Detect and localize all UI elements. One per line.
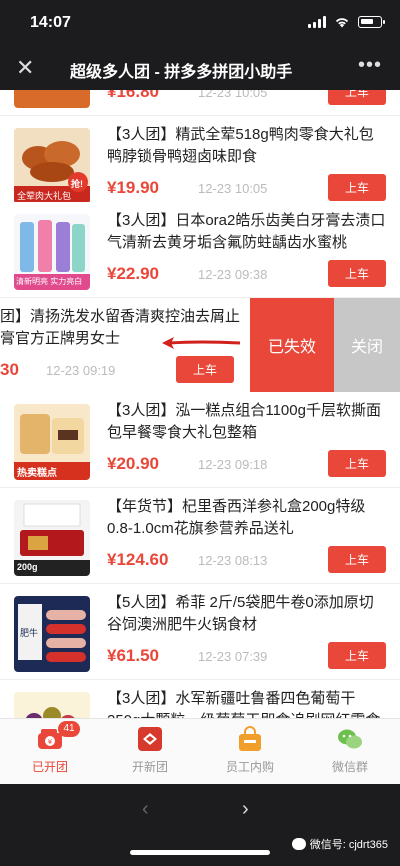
tab-staff-purchase[interactable]: 员工内购: [200, 725, 300, 781]
page-title: 超级多人团 - 拼多多拼团小助手: [70, 64, 293, 81]
status-bar: 14:07: [0, 0, 400, 46]
item-title: 【3人团】日本ora2皓乐齿美白牙膏去渍口气清新去黄牙垢含氟防蛀龋齿水蜜桃: [107, 212, 386, 251]
tab-new-group[interactable]: 开新团: [100, 725, 200, 781]
thumb-caption: 200g: [17, 562, 38, 572]
close-group-button[interactable]: 关闭: [334, 298, 400, 392]
list-item[interactable]: 肥牛 【5人团】希菲 2斤/5袋肥牛卷0添加原切谷饲澳洲肥牛火锅食材 ¥61.5…: [0, 584, 400, 680]
tab-label: 已开团: [31, 760, 68, 774]
item-title: 【3人团】泓一糕点组合1100g千层软撕面包早餐零食大礼包整箱: [107, 402, 381, 441]
join-button[interactable]: 上车: [328, 546, 386, 573]
item-title: 【年货节】杞里香西洋参礼盒200g特级0.8-1.0cm花旗参营养品送礼: [107, 498, 366, 537]
bottom-tab-bar: ¥ 41 已开团 开新团 员工内购 微信群: [0, 718, 400, 784]
item-title: 【3人团】精武全荤518g鸭肉零食大礼包鸭脖锁骨鸭翅卤味即食: [107, 126, 374, 165]
title-bar: ✕ 超级多人团 - 拼多多拼团小助手 •••: [0, 46, 400, 90]
item-price: ¥61.50: [107, 646, 159, 665]
item-price: ¥16.80: [107, 90, 159, 101]
thumb-caption: 清新明亮 实力亮白: [16, 277, 83, 286]
join-button[interactable]: 上车: [328, 450, 386, 477]
thumb-caption: 热卖糕点: [17, 468, 57, 479]
product-thumbnail: 热卖糕点: [14, 404, 90, 480]
forward-arrow-icon[interactable]: ›: [242, 798, 249, 821]
item-time: 12-23 10:05: [198, 181, 268, 196]
list-item[interactable]: 全荤肉大礼包 抢! 【3人团】精武全荤518g鸭肉零食大礼包鸭脖锁骨鸭翅卤味即食…: [0, 116, 400, 212]
tab-label: 员工内购: [225, 760, 274, 774]
wechat-watermark-icon: [291, 838, 306, 850]
mark-expired-button[interactable]: 已失效: [250, 298, 334, 392]
status-icons: [308, 16, 385, 28]
battery-icon: [358, 16, 385, 28]
gift-box-icon: [136, 725, 164, 753]
join-button[interactable]: 上车: [328, 174, 386, 201]
list-item[interactable]: 200g 【年货节】杞里香西洋参礼盒200g特级0.8-1.0cm花旗参营养品送…: [0, 488, 400, 584]
item-title: 【3人团】水军新疆吐鲁番四色葡萄干250g大颗粒一级葡萄干即食追剧网红零食: [107, 690, 380, 718]
product-thumbnail: 200g: [14, 500, 90, 576]
product-thumbnail: 肥牛: [14, 596, 90, 672]
join-button[interactable]: 上车: [328, 260, 386, 287]
watermark-text: 微信号: cjdrt365: [309, 839, 388, 851]
list-item[interactable]: 【3人团】水军新疆吐鲁番四色葡萄干250g大颗粒一级葡萄干即食追剧网红零食: [0, 680, 400, 718]
wifi-icon: [335, 18, 349, 28]
shopping-bag-icon: [236, 725, 264, 753]
wechat-icon: [336, 725, 364, 753]
close-icon[interactable]: ✕: [16, 55, 34, 81]
item-time: 12-23 08:13: [198, 553, 268, 568]
more-options-icon[interactable]: •••: [358, 54, 382, 77]
browser-nav-bar: ‹ › 微信号: cjdrt365: [0, 784, 400, 866]
item-price: 30: [0, 360, 19, 379]
thumb-caption: 肥牛: [20, 628, 39, 638]
item-price: ¥22.90: [107, 264, 159, 283]
tab-label: 开新团: [131, 760, 168, 774]
item-time: 12-23 09:19: [46, 363, 116, 378]
item-price: ¥20.90: [107, 454, 159, 473]
tab-badge: 41: [58, 721, 80, 737]
join-button[interactable]: 上车: [328, 90, 386, 105]
list-item[interactable]: 清新明亮 实力亮白 【3人团】日本ora2皓乐齿美白牙膏去渍口气清新去黄牙垢含氟…: [0, 202, 400, 298]
swipe-arrow-icon: [162, 337, 241, 349]
thumb-tag: 抢!: [71, 179, 83, 189]
join-button[interactable]: 上车: [328, 642, 386, 669]
group-list: ¥16.80 12-23 10:05 上车 全荤肉大礼包 抢! 【3人团】精武全…: [0, 90, 400, 718]
item-time: 12-23 10:05: [198, 90, 268, 100]
home-indicator[interactable]: [130, 850, 270, 855]
item-time: 12-23 09:18: [198, 457, 268, 472]
wallet-icon: ¥ 41: [36, 721, 80, 753]
product-thumbnail: 全荤肉大礼包 抢!: [14, 128, 90, 204]
item-time: 12-23 07:39: [198, 649, 268, 664]
item-price: ¥124.60: [107, 550, 169, 569]
product-thumbnail: [14, 90, 90, 108]
tab-label: 微信群: [331, 760, 368, 774]
swiped-list-item[interactable]: 团】清扬洗发水留香清爽控油去屑止膏官方正牌男女士 30 12-23 09:19 …: [0, 298, 400, 392]
back-arrow-icon[interactable]: ‹: [142, 798, 149, 821]
join-button[interactable]: 上车: [176, 356, 234, 383]
svg-text:¥: ¥: [48, 738, 53, 746]
list-item[interactable]: 热卖糕点 【3人团】泓一糕点组合1100g千层软撕面包早餐零食大礼包整箱 ¥20…: [0, 392, 400, 488]
signal-icon: [308, 16, 326, 28]
product-thumbnail: 清新明亮 实力亮白: [14, 214, 90, 290]
tab-wechat-group[interactable]: 微信群: [300, 725, 400, 781]
thumb-caption: 全荤肉大礼包: [17, 191, 72, 201]
list-item-partial[interactable]: ¥16.80 12-23 10:05 上车: [0, 90, 400, 116]
item-title: 【5人团】希菲 2斤/5袋肥牛卷0添加原切谷饲澳洲肥牛火锅食材: [107, 594, 374, 633]
tab-opened-groups[interactable]: ¥ 41 已开团: [0, 721, 100, 781]
watermark: 微信号: cjdrt365: [291, 836, 388, 852]
status-time: 14:07: [30, 14, 71, 31]
product-thumbnail: [14, 692, 90, 718]
item-time: 12-23 09:38: [198, 267, 268, 282]
item-price: ¥19.90: [107, 178, 159, 197]
